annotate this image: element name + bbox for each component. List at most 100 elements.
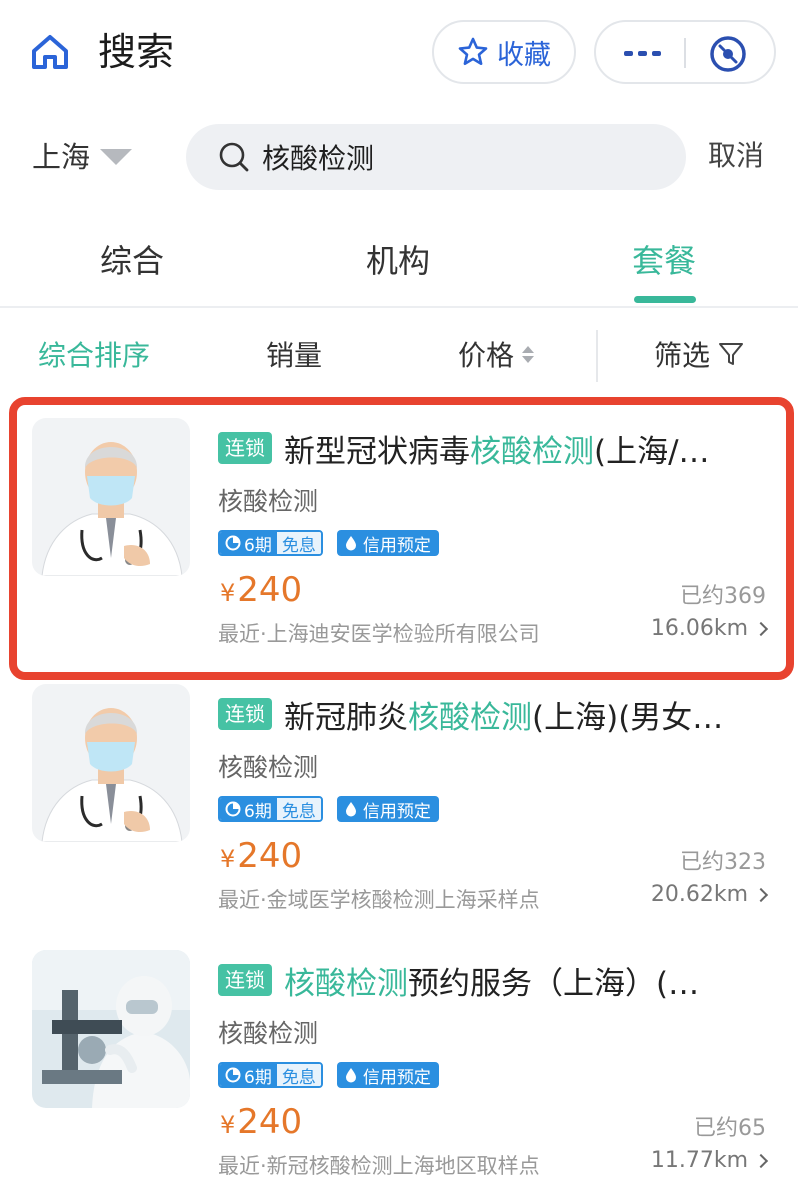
close-miniprogram-icon[interactable] <box>706 32 750 76</box>
package-price: ¥240 <box>220 1098 302 1149</box>
funnel-icon <box>719 343 744 365</box>
home-icon[interactable] <box>28 30 72 74</box>
favorite-button[interactable]: 收藏 <box>432 20 576 84</box>
package-category: 核酸检测 <box>218 487 319 516</box>
city-label: 上海 <box>32 140 91 174</box>
result-card[interactable]: 连锁 新冠肺炎核酸检测(上海)(男女… 核酸检测 6期 免息 信用预定 ¥240… <box>0 658 798 924</box>
badge-row: 6期 免息 信用预定 <box>218 530 439 556</box>
package-thumbnail <box>32 950 190 1108</box>
sort-price[interactable]: 价格 <box>458 334 535 374</box>
title-prefix: 新型冠状病毒 <box>284 433 470 469</box>
package-title: 新型冠状病毒核酸检测(上海/… <box>284 428 710 469</box>
sort-sales-label: 销量 <box>266 339 323 372</box>
chevron-right-icon <box>753 887 769 902</box>
currency-symbol: ¥ <box>220 845 236 873</box>
chain-tag: 连锁 <box>218 698 272 730</box>
distance-link[interactable]: 20.62km <box>651 882 769 907</box>
installment-period: 6期 <box>244 535 272 556</box>
installment-label: 免息 <box>276 532 321 554</box>
installment-badge: 6期 免息 <box>218 1062 323 1088</box>
nearest-location: 最近·上海迪安医学检验所有限公司 <box>218 622 540 646</box>
package-price: ¥240 <box>220 832 302 883</box>
credit-icon <box>345 802 356 817</box>
top-navigation-bar: 搜索 收藏 <box>0 0 798 110</box>
sort-overall[interactable]: 综合排序 <box>38 334 150 374</box>
more-icon[interactable] <box>620 40 664 66</box>
price-value: 240 <box>237 570 303 610</box>
filter-label: 筛选 <box>654 339 711 372</box>
cancel-button[interactable]: 取消 <box>708 134 764 174</box>
credit-booking-badge: 信用预定 <box>336 796 439 822</box>
package-thumbnail <box>32 418 190 576</box>
capsule-divider <box>684 38 686 68</box>
filter-button[interactable]: 筛选 <box>654 334 744 374</box>
package-price: ¥240 <box>220 566 302 617</box>
search-input[interactable] <box>262 140 662 174</box>
sort-sales[interactable]: 销量 <box>266 334 322 374</box>
title-prefix: 新冠肺炎 <box>284 699 408 735</box>
result-card[interactable]: 连锁 新型冠状病毒核酸检测(上海/… 核酸检测 6期 免息 信用预定 ¥240 … <box>0 392 798 658</box>
chain-tag: 连锁 <box>218 964 272 996</box>
installment-icon <box>225 1067 241 1083</box>
nearest-location: 最近·新冠核酸检测上海地区取样点 <box>218 1154 540 1178</box>
favorite-label: 收藏 <box>497 39 551 71</box>
badge-row: 6期 免息 信用预定 <box>218 796 439 822</box>
badge-row: 6期 免息 信用预定 <box>218 1062 439 1088</box>
sort-bar: 综合排序 销量 价格 筛选 <box>0 318 798 392</box>
title-keyword: 核酸检测 <box>284 965 408 1001</box>
tab-institutions[interactable]: 机构 <box>366 236 430 282</box>
credit-booking-badge: 信用预定 <box>336 1062 439 1088</box>
title-suffix: 预约服务（上海）(… <box>408 965 700 1001</box>
sort-overall-label: 综合排序 <box>38 339 151 372</box>
package-title: 核酸检测预约服务（上海）(… <box>284 960 700 1001</box>
sort-price-label: 价格 <box>458 339 515 372</box>
installment-icon <box>225 535 241 551</box>
credit-booking-label: 信用预定 <box>362 801 431 822</box>
package-title: 新冠肺炎核酸检测(上海)(男女… <box>284 694 724 735</box>
caret-down-icon <box>100 149 133 165</box>
installment-badge: 6期 免息 <box>218 796 323 822</box>
package-category: 核酸检测 <box>218 1019 319 1048</box>
package-title-row: 连锁 新型冠状病毒核酸检测(上海/… <box>218 428 768 468</box>
miniprogram-capsule <box>594 20 776 84</box>
credit-booking-badge: 信用预定 <box>336 530 439 556</box>
city-selector[interactable]: 上海 <box>32 132 133 178</box>
price-value: 240 <box>237 1102 303 1142</box>
booked-count: 已约323 <box>680 850 766 875</box>
distance-link[interactable]: 16.06km <box>650 616 769 641</box>
chevron-right-icon <box>753 621 769 636</box>
installment-period: 6期 <box>244 1067 272 1088</box>
chain-tag: 连锁 <box>218 432 272 464</box>
installment-period: 6期 <box>244 801 272 822</box>
package-thumbnail <box>32 684 190 842</box>
result-card[interactable]: 连锁 核酸检测预约服务（上海）(… 核酸检测 6期 免息 信用预定 ¥240 已… <box>0 924 798 1190</box>
chevron-right-icon <box>753 1153 769 1168</box>
booked-count: 已约65 <box>694 1116 766 1141</box>
installment-label: 免息 <box>276 798 321 820</box>
installment-icon <box>225 801 241 817</box>
price-value: 240 <box>237 836 303 876</box>
star-icon <box>458 37 488 65</box>
booked-count: 已约369 <box>680 584 766 609</box>
title-keyword: 核酸检测 <box>408 699 532 735</box>
installment-label: 免息 <box>276 1064 321 1086</box>
nearest-location: 最近·金域医学核酸检测上海采样点 <box>218 888 540 912</box>
result-tabs: 综合 机构 套餐 <box>0 222 798 308</box>
credit-icon <box>345 1068 356 1083</box>
currency-symbol: ¥ <box>220 1111 236 1139</box>
package-title-row: 连锁 核酸检测预约服务（上海）(… <box>218 960 768 1000</box>
tab-packages[interactable]: 套餐 <box>632 236 696 282</box>
title-suffix: (上海)(男女… <box>532 699 724 735</box>
search-icon <box>219 142 249 172</box>
sort-toggle-icon <box>522 345 535 363</box>
credit-icon <box>345 536 356 551</box>
page-title: 搜索 <box>98 30 175 74</box>
title-keyword: 核酸检测 <box>470 433 594 469</box>
credit-booking-label: 信用预定 <box>362 535 431 556</box>
sort-divider <box>596 330 598 382</box>
distance-value: 11.77km <box>650 1148 748 1173</box>
distance-link[interactable]: 11.77km <box>650 1148 769 1173</box>
tab-general[interactable]: 综合 <box>100 236 164 282</box>
search-box[interactable] <box>186 124 686 190</box>
distance-value: 16.06km <box>650 616 748 641</box>
